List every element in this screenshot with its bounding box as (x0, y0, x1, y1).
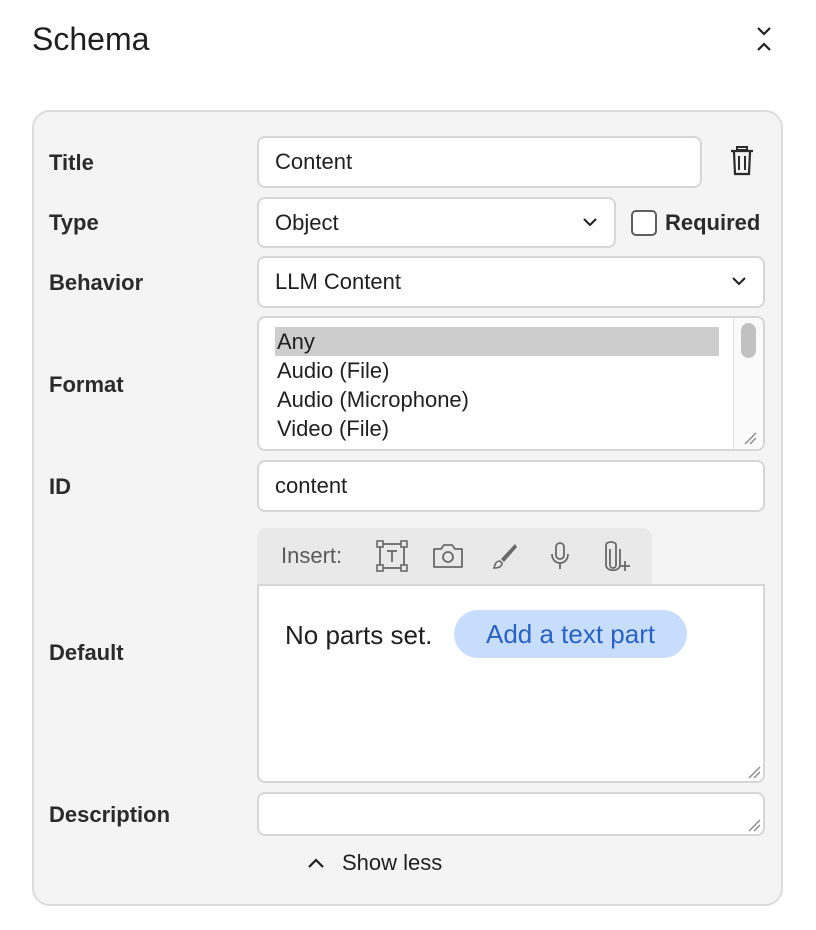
insert-toolbar: Insert: (257, 528, 652, 585)
format-option-video-file[interactable]: Video (File) (275, 414, 719, 443)
camera-icon (433, 544, 463, 568)
id-label: ID (49, 474, 71, 499)
default-editor[interactable]: No parts set. Add a text part (257, 584, 765, 783)
format-option-audio-file[interactable]: Audio (File) (275, 356, 719, 385)
brush-icon (492, 544, 517, 569)
format-option-video-webcam[interactable]: Video (Webcam) (275, 443, 719, 449)
show-less-label: Show less (342, 850, 443, 875)
description-label: Description (49, 802, 171, 827)
format-label: Format (49, 372, 124, 397)
unfold-less-icon (757, 27, 771, 51)
panel-title: Schema (32, 21, 150, 57)
show-less-button[interactable]: Show less (306, 846, 442, 880)
type-select[interactable]: Object (257, 197, 616, 248)
add-text-part-button[interactable]: Add a text part (454, 610, 688, 658)
type-select-value: Object (275, 209, 339, 235)
required-checkbox-box[interactable] (631, 210, 657, 236)
required-checkbox[interactable]: Required (631, 208, 760, 238)
insert-file-button[interactable] (598, 538, 634, 574)
description-textarea[interactable] (257, 792, 765, 836)
resize-grip-icon[interactable] (747, 818, 761, 832)
insert-drawing-button[interactable] (486, 538, 522, 574)
insert-audio-button[interactable] (542, 538, 578, 574)
default-label: Default (49, 640, 124, 665)
format-option-audio-microphone[interactable]: Audio (Microphone) (275, 385, 719, 414)
required-label: Required (665, 210, 761, 235)
no-parts-text: No parts set. (285, 620, 433, 650)
title-input-value: Content (275, 149, 353, 174)
microphone-icon (551, 542, 569, 569)
behavior-label: Behavior (49, 270, 144, 295)
format-option-any[interactable]: Any (275, 327, 719, 356)
chevron-down-icon (732, 277, 746, 286)
format-listbox[interactable]: Any Audio (File) Audio (Microphone) Vide… (257, 316, 765, 451)
title-label: Title (49, 150, 94, 175)
insert-label: Insert: (281, 543, 343, 568)
format-scrollbar[interactable] (733, 318, 763, 449)
resize-grip-icon[interactable] (747, 765, 761, 779)
title-input[interactable]: Content (257, 136, 702, 188)
resize-grip-icon[interactable] (743, 431, 757, 445)
format-scrollbar-thumb[interactable] (741, 323, 756, 358)
delete-button[interactable] (728, 145, 756, 177)
chevron-up-icon (308, 858, 324, 868)
insert-image-button[interactable] (430, 538, 466, 574)
trash-icon (731, 146, 753, 176)
id-input-value: content (275, 473, 348, 498)
behavior-select-value: LLM Content (275, 269, 401, 294)
type-label: Type (49, 210, 99, 235)
text-part-icon (376, 540, 408, 572)
behavior-select[interactable]: LLM Content (257, 256, 765, 308)
collapse-button[interactable] (748, 22, 780, 56)
id-input[interactable]: content (257, 460, 765, 512)
insert-text-button[interactable] (374, 538, 410, 574)
attachment-icon (605, 541, 630, 572)
chevron-down-icon (583, 217, 597, 226)
